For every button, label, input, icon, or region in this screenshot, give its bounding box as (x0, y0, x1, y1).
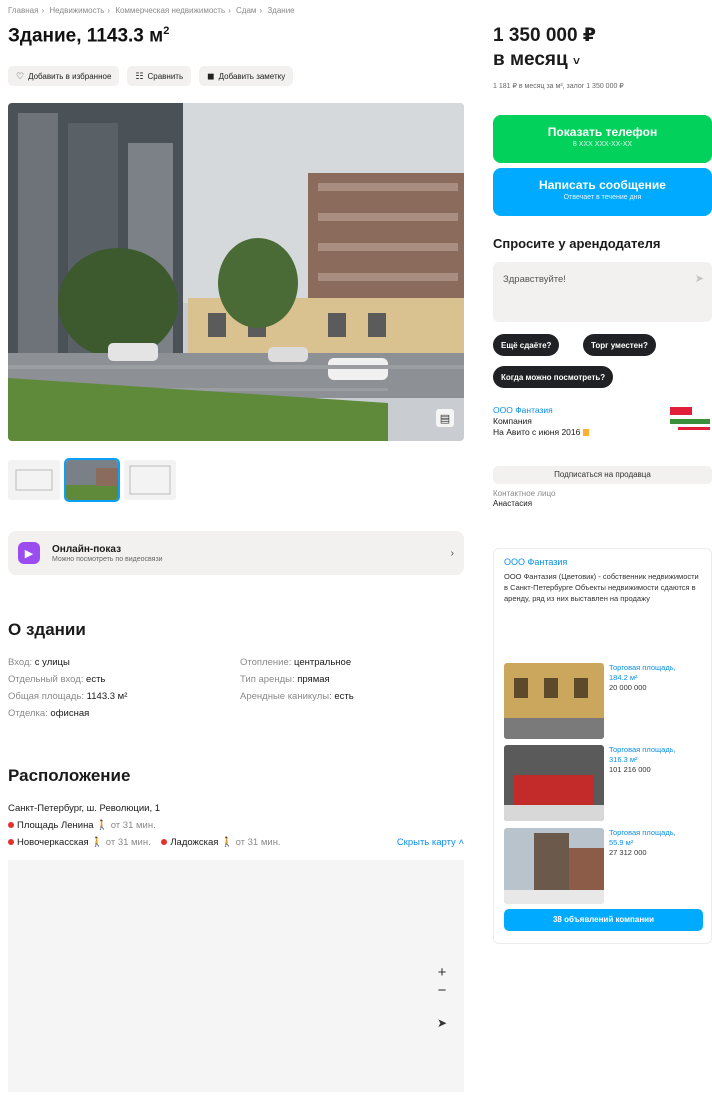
company-listing[interactable]: Торговая площадь, 316.3 м² 101 216 000 (504, 745, 704, 821)
breadcrumb: Главная › Недвижимость › Коммерческая недв… (8, 6, 295, 15)
seller-logo[interactable] (668, 405, 712, 435)
about-heading: О здании (8, 620, 86, 639)
param-row: Тип аренды: прямая (240, 674, 330, 685)
price-period-select[interactable]: в месяц ˅ (493, 48, 596, 73)
breadcrumb-item[interactable]: Коммерческая недвижимость (115, 6, 225, 15)
walk-icon: 🚶 (91, 837, 104, 848)
walk-icon: 🚶 (96, 820, 109, 831)
add-favorite-button[interactable]: ♡ Добавить в избранное (8, 66, 120, 86)
map[interactable]: + − ➤ (8, 860, 464, 1092)
company-description: ООО Фантазия (Цветовик) - собственник не… (504, 572, 699, 603)
thumbnail-photo[interactable] (64, 458, 120, 502)
param-row: Арендные каникулы: есть (240, 691, 354, 702)
breadcrumb-item[interactable]: Сдам (236, 6, 256, 15)
heart-icon: ♡ (16, 70, 25, 81)
address: Санкт-Петербург, ш. Революции, 1 (8, 803, 161, 814)
gallery-icon[interactable]: ▤ (436, 409, 454, 427)
chevron-right-icon: › (450, 547, 454, 559)
video-call-icon: ▶ (18, 542, 40, 564)
zoom-controls: + − (434, 964, 450, 1000)
compare-icon: ☷ (135, 70, 144, 81)
online-showing-subtitle: Можно посмотреть по видеосвязи (52, 555, 163, 563)
params-right-column: Отопление: центральное Тип аренды: пряма… (240, 654, 354, 705)
metro-station: Новочеркасская 🚶 от 31 мин. Ладожская 🚶 … (8, 834, 464, 851)
company-name-link[interactable]: ООО Фантазия (504, 557, 701, 567)
hide-map-link[interactable]: Скрыть карту ˄ (397, 834, 464, 851)
note-icon: ◼ (207, 70, 215, 81)
location-arrow-icon[interactable]: ➤ (434, 1016, 450, 1030)
quick-question-chip[interactable]: Ещё сдаёте? (493, 334, 560, 356)
param-row: Отопление: центральное (240, 657, 352, 668)
compare-button[interactable]: ☷ Сравнить (127, 66, 192, 86)
listing-image (504, 828, 604, 904)
contact-person: Контактное лицо Анастасия (493, 489, 555, 509)
metro-line-dot (8, 822, 14, 829)
building-photo-image (8, 103, 464, 441)
message-input[interactable]: Здравствуйте! ➤ (493, 262, 712, 322)
price-block: 1 350 000 ₽ в месяц ˅ (493, 24, 596, 73)
listing-info: Торговая площадь, 316.3 м² 101 216 000 (609, 745, 676, 774)
location-heading: Расположение (8, 766, 131, 785)
add-note-button[interactable]: ◼ Добавить заметку (199, 66, 294, 86)
online-showing-banner[interactable]: ▶ Онлайн-показ Можно посмотреть по видео… (8, 531, 464, 575)
price-details: 1 181 ₽ в месяц за м², залог 1 350 000 ₽ (493, 83, 624, 90)
walk-icon: 🚶 (221, 837, 233, 848)
company-listing[interactable]: Торговая площадь, 55.9 м² 27 312 000 (504, 828, 704, 904)
param-row: Отдельный вход: есть (8, 674, 106, 685)
location-block: Санкт-Петербург, ш. Революции, 1 Площадь… (8, 800, 464, 851)
send-icon[interactable]: ➤ (695, 272, 704, 285)
rating-badge-icon (583, 429, 590, 437)
write-message-button[interactable]: Написать сообщение Отвечает в течение дн… (493, 168, 712, 216)
breadcrumb-item[interactable]: Главная (8, 6, 38, 15)
contact-name: Анастасия (493, 499, 533, 508)
listing-image (504, 745, 604, 821)
company-card: ООО Фантазия ООО Фантазия (Цветовик) - с… (493, 548, 712, 944)
params-left-column: Вход: с улицы Отдельный вход: есть Общая… (8, 654, 127, 722)
breadcrumb-item[interactable]: Здание (267, 6, 294, 15)
chevron-down-icon: ˅ (572, 54, 580, 68)
quick-question-chip[interactable]: Торг уместен? (583, 334, 656, 356)
metro-line-dot (8, 839, 14, 846)
zoom-out-button[interactable]: − (434, 982, 450, 1000)
listing-image (504, 663, 604, 739)
listing-info: Торговая площадь, 184.2 м² 20 000 000 (609, 663, 676, 692)
zoom-in-button[interactable]: + (434, 964, 450, 982)
param-row: Вход: с улицы (8, 657, 70, 668)
breadcrumb-item[interactable]: Недвижимость (49, 6, 104, 15)
show-phone-button[interactable]: Показать телефон 8 XXX XXX-XX-XX (493, 115, 712, 163)
main-photo[interactable]: ▤ (8, 103, 464, 441)
quick-question-chip[interactable]: Когда можно посмотреть? (493, 366, 614, 388)
contact-label: Контактное лицо (493, 489, 556, 498)
thumbnail-plan-2[interactable] (124, 460, 176, 500)
ask-landlord-title: Спросите у арендодателя (493, 236, 661, 251)
thumbnail-strip (8, 458, 176, 502)
thumbnail-plan-1[interactable] (8, 460, 60, 500)
online-showing-title: Онлайн-показ (52, 543, 122, 555)
page-title: Здание, 1143.3 м2 (8, 25, 170, 47)
action-bar: ♡ Добавить в избранное ☷ Сравнить ◼ Доба… (8, 66, 294, 86)
param-row: Общая площадь: 1143.3 м² (8, 691, 128, 702)
param-row: Отделка: офисная (8, 708, 90, 719)
company-listing[interactable]: Торговая площадь, 184.2 м² 20 000 000 (504, 663, 704, 739)
listing-info: Торговая площадь, 55.9 м² 27 312 000 (609, 828, 676, 857)
metro-line-dot (161, 839, 168, 846)
subscribe-seller-button[interactable]: Подписаться на продавца (493, 466, 712, 484)
price-amount: 1 350 000 ₽ (493, 25, 597, 46)
all-company-listings-button[interactable]: 38 объявлений компании (504, 909, 703, 931)
metro-station: Площадь Ленина 🚶 от 31 мин. (8, 817, 464, 834)
